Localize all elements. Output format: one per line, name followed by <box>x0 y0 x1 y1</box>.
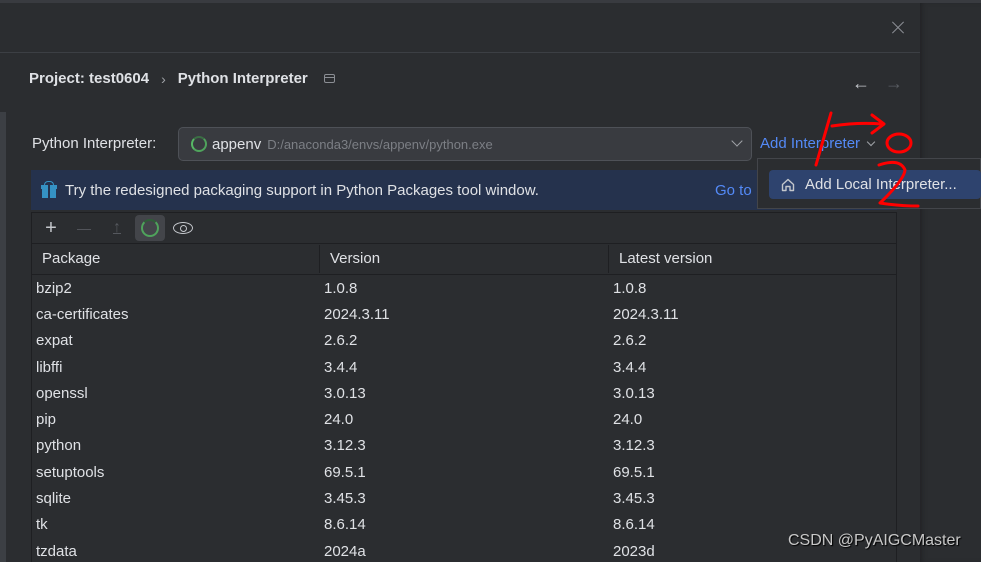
loading-spinner-icon <box>191 136 207 152</box>
column-header-package[interactable]: Package <box>32 245 320 273</box>
back-arrow-icon[interactable]: ← <box>852 74 870 92</box>
upgrade-package-button[interactable]: ↑ <box>102 215 132 241</box>
refresh-button[interactable] <box>135 215 165 241</box>
table-row[interactable]: pip 24.0 24.0 <box>32 406 896 432</box>
eye-icon <box>173 222 193 234</box>
banner-go-to-link[interactable]: Go to <box>715 182 752 199</box>
remove-package-button[interactable]: — <box>69 215 99 241</box>
dropdown-item-label: Add Local Interpreter... <box>805 176 957 193</box>
breadcrumb-project[interactable]: Project: test0604 <box>29 70 149 87</box>
home-icon <box>781 178 795 192</box>
window-icon[interactable] <box>323 74 335 83</box>
right-gutter <box>920 3 981 562</box>
table-body: bzip2 1.0.8 1.0.8 ca-certificates 2024.3.11 2… <box>32 275 896 562</box>
table-row[interactable]: tk 8.6.14 8.6.14 <box>32 512 896 538</box>
minus-icon: — <box>77 220 91 236</box>
gift-icon <box>41 181 57 199</box>
table-row[interactable]: sqlite 3.45.3 3.45.3 <box>32 485 896 511</box>
forward-arrow-icon[interactable]: → <box>885 74 903 92</box>
watermark: CSDN @PyAIGCMaster <box>788 532 961 549</box>
packages-table: + — ↑ Package Version Latest version bzi… <box>31 212 897 562</box>
column-header-latest-version[interactable]: Latest version <box>609 245 896 273</box>
package-name: pip <box>36 411 57 429</box>
banner-text: Try the redesigned packaging support in … <box>65 181 539 199</box>
package-name: expat <box>36 332 73 350</box>
package-latest-version: 2024.3.11 <box>613 305 679 323</box>
package-latest-version: 8.6.14 <box>613 516 655 534</box>
chevron-down-icon <box>866 137 876 146</box>
interpreter-label: Python Interpreter: <box>32 135 157 152</box>
package-name: ca-certificates <box>36 305 129 323</box>
package-name: libffi <box>36 358 63 376</box>
package-latest-version: 69.5.1 <box>613 463 655 481</box>
add-local-interpreter-item[interactable]: Add Local Interpreter... <box>769 170 981 199</box>
package-name: setuptools <box>36 463 105 481</box>
env-name: appenv <box>212 135 262 153</box>
column-header-version[interactable]: Version <box>320 245 609 273</box>
package-version: 3.4.4 <box>324 358 358 376</box>
package-version: 3.0.13 <box>324 384 366 402</box>
close-icon[interactable] <box>889 19 907 37</box>
package-name: sqlite <box>36 490 72 508</box>
dialog-titlebar <box>0 3 920 53</box>
table-row[interactable]: setuptools 69.5.1 69.5.1 <box>32 459 896 485</box>
package-latest-version: 3.0.13 <box>613 384 655 402</box>
package-latest-version: 3.45.3 <box>613 490 655 508</box>
package-latest-version: 3.12.3 <box>613 437 655 455</box>
package-version: 2024.3.11 <box>324 305 390 323</box>
package-version: 1.0.8 <box>324 279 358 297</box>
loading-spinner-icon <box>141 219 159 237</box>
package-name: tk <box>36 516 48 534</box>
package-latest-version: 3.4.4 <box>613 358 647 376</box>
package-version: 3.45.3 <box>324 490 366 508</box>
package-name: bzip2 <box>36 279 72 297</box>
package-latest-version: 24.0 <box>613 411 643 429</box>
package-version: 8.6.14 <box>324 516 366 534</box>
table-row[interactable]: libffi 3.4.4 3.4.4 <box>32 354 896 380</box>
settings-tree-scrollbar[interactable] <box>0 112 6 562</box>
breadcrumb-page: Python Interpreter <box>177 70 308 87</box>
add-interpreter-label: Add Interpreter <box>760 135 861 152</box>
upgrade-arrow-icon: ↑ <box>113 219 121 236</box>
plus-icon: + <box>45 216 57 239</box>
package-version: 24.0 <box>324 411 354 429</box>
package-latest-version: 2.6.2 <box>613 332 647 350</box>
packages-toolbar: + — ↑ <box>32 213 896 244</box>
table-row[interactable]: expat 2.6.2 2.6.2 <box>32 328 896 354</box>
interpreter-select[interactable]: appenv D:/anaconda3/envs/appenv/python.e… <box>178 127 752 161</box>
breadcrumb-separator-icon: › <box>161 70 166 87</box>
add-package-button[interactable]: + <box>36 215 66 241</box>
package-version: 3.12.3 <box>324 437 366 455</box>
table-row[interactable]: python 3.12.3 3.12.3 <box>32 433 896 459</box>
package-name: tzdata <box>36 542 77 560</box>
table-row[interactable]: ca-certificates 2024.3.11 2024.3.11 <box>32 301 896 327</box>
table-row[interactable]: openssl 3.0.13 3.0.13 <box>32 380 896 406</box>
show-early-releases-button[interactable] <box>168 215 198 241</box>
package-version: 2024a <box>324 542 366 560</box>
env-path: D:/anaconda3/envs/appenv/python.exe <box>267 136 493 152</box>
chevron-down-icon <box>731 135 743 147</box>
package-version: 69.5.1 <box>324 463 366 481</box>
table-row[interactable]: tzdata 2024a 2023d <box>32 538 896 562</box>
breadcrumb: Project: test0604 › Python Interpreter <box>29 70 335 87</box>
package-version: 2.6.2 <box>324 332 358 350</box>
add-interpreter-dropdown: Add Local Interpreter... <box>757 158 981 209</box>
package-latest-version: 1.0.8 <box>613 279 647 297</box>
add-interpreter-button[interactable]: Add Interpreter <box>760 135 876 152</box>
package-name: openssl <box>36 384 88 402</box>
table-row[interactable]: bzip2 1.0.8 1.0.8 <box>32 275 896 301</box>
package-name: python <box>36 437 82 455</box>
table-header: Package Version Latest version <box>32 244 896 275</box>
